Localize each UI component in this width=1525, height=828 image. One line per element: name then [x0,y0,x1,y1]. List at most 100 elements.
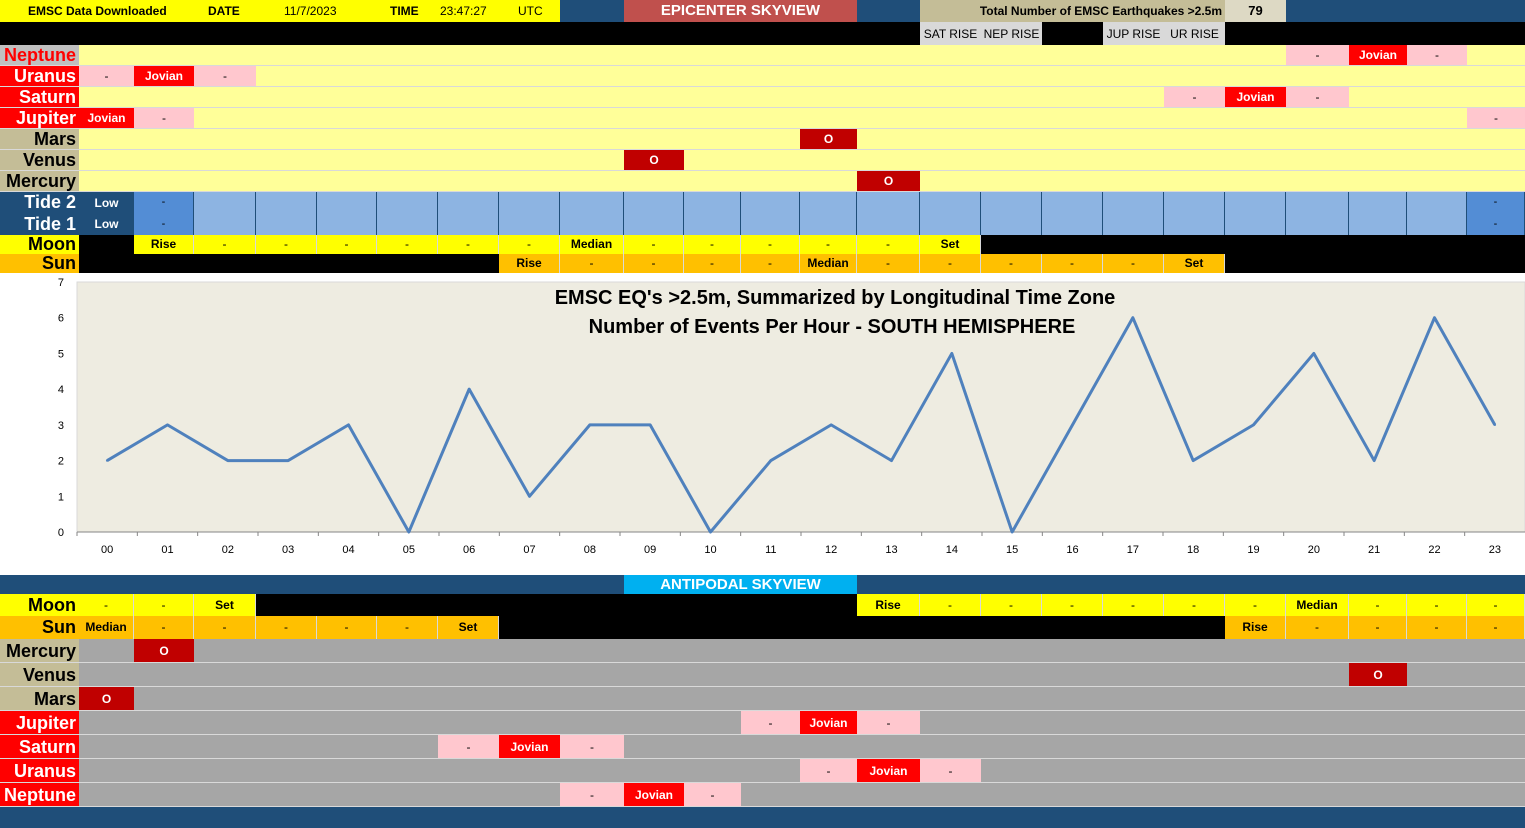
data-point [1372,459,1376,462]
sun-cell: Set [438,616,499,639]
sun-cell: - [857,254,920,273]
planet-label: Neptune [0,45,79,65]
planet-label: Uranus [0,759,79,782]
moon-cell: - [256,235,317,254]
planet-marker-cell: - [1407,45,1467,65]
moon-cell: - [194,235,256,254]
moon-cell: - [981,594,1042,616]
sun-cell: - [1407,616,1467,639]
antipodal-row-mercury: Mercury O [0,639,1525,663]
planet-marker-cell: - [800,759,857,782]
sun-cell: - [624,254,684,273]
x-tick-label: 14 [946,544,958,556]
planet-label: Mercury [0,639,79,662]
nep-rise-label: NEP RISE [981,22,1042,45]
timezone: UTC [518,4,543,18]
moon-cell: - [1467,594,1525,616]
planet-marker-cell: Jovian [624,783,684,806]
tide-cell [377,192,438,235]
planet-label: Mars [0,687,79,710]
x-tick-label: 23 [1489,544,1501,556]
x-tick-label: 01 [161,544,173,556]
planet-marker-cell: O [857,171,920,191]
data-point [105,459,109,462]
x-tick-label: 16 [1066,544,1078,556]
planet-marker-cell: - [741,711,800,734]
tide2-label: Tide 2 [0,192,79,213]
planet-label: Saturn [0,735,79,758]
moon-cell: - [317,235,377,254]
ur-rise-label: UR RISE [1164,22,1225,45]
x-tick-label: 21 [1368,544,1380,556]
planet-marker-cell: Jovian [857,759,920,782]
planet-label: Saturn [0,87,79,107]
epicenter-row-jupiter: Jupiter Jovian - - [0,108,1525,129]
tide-cell [1103,192,1164,235]
tide-cell [1225,192,1286,235]
y-tick-label: 1 [58,491,64,503]
x-tick-label: 05 [403,544,415,556]
planet-label: Jupiter [0,711,79,734]
epicenter-row-sun: Sun Rise - - - - Median - - - - - Set [0,254,1525,273]
sun-cell: - [1349,616,1407,639]
epicenter-row-uranus: Uranus - Jovian - [0,66,1525,87]
planet-label: Uranus [0,66,79,86]
sun-cell: - [981,254,1042,273]
planet-marker-cell: - [857,711,920,734]
planet-marker-cell: O [79,687,134,710]
data-point [709,530,712,534]
planet-marker-cell: - [438,735,499,758]
antipodal-row-moon: Moon - - Set Rise - - - - - - Median - - - [0,594,1525,616]
planet-marker-cell: - [1467,108,1525,128]
x-tick-label: 08 [584,544,596,556]
data-point [467,387,471,391]
moon-cell: Set [920,235,981,254]
tide-cell [1407,192,1467,235]
time-label: TIME [390,4,419,18]
antipodal-title: ANTIPODAL SKYVIEW [624,575,857,594]
moon-cell: - [499,235,560,254]
sun-cell: - [741,254,800,273]
planet-label: Jupiter [0,108,79,128]
x-tick-label: 00 [101,544,113,556]
x-tick-label: 10 [704,544,716,556]
epicenter-row-neptune: Neptune - Jovian - [0,45,1525,66]
sun-cell: Median [800,254,857,273]
y-tick-label: 7 [58,277,64,289]
antipodal-row-saturn: Saturn - Jovian - [0,735,1525,759]
planet-label: Mars [0,129,79,149]
tide-dash: - [1493,218,1498,230]
moon-cell: - [1103,594,1164,616]
moon-cell: - [1164,594,1225,616]
moon-cell: - [1042,594,1103,616]
data-point [1433,316,1436,319]
data-point [769,459,773,462]
planet-marker-cell: - [134,108,194,128]
moon-cell: Rise [857,594,920,616]
tide-dash: - [161,196,166,208]
data-point [1252,423,1255,427]
planet-marker-cell: - [920,759,981,782]
sun-cell: Rise [1225,616,1286,639]
x-tick-label: 09 [644,544,656,556]
sun-cell: - [256,616,317,639]
moon-cell: - [800,235,857,254]
sun-cell: - [194,616,256,639]
date-label: DATE [208,4,240,18]
x-tick-label: 06 [463,544,475,556]
planet-marker-cell: - [194,66,256,86]
tide-cell [1286,192,1349,235]
sun-cell: - [1042,254,1103,273]
rise-label-row: SAT RISE NEP RISE JUP RISE UR RISE [0,22,1525,45]
planet-marker-cell: O [624,150,684,170]
data-point [829,423,833,427]
data-point [528,495,531,498]
antipodal-row-venus: Venus O [0,663,1525,687]
data-point [286,459,290,462]
planet-label: Mercury [0,171,79,191]
sun-cell: - [134,616,194,639]
tide-cell: -- [134,192,194,235]
x-tick-label: 12 [825,544,837,556]
jup-rise-label: JUP RISE [1103,22,1164,45]
x-tick-label: 22 [1428,544,1440,556]
